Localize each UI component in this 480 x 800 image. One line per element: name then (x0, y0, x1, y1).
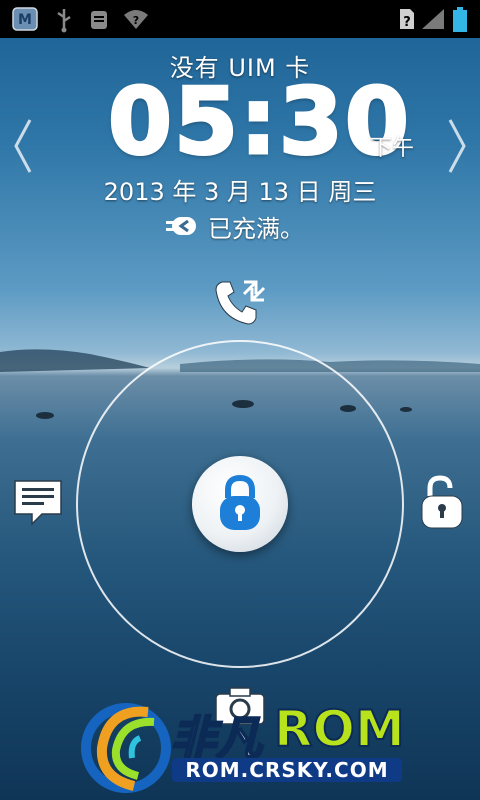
unlock-icon[interactable] (420, 474, 464, 530)
m-app-icon: M (12, 7, 38, 31)
watermark-url: ROM.CRSKY.COM (172, 758, 402, 782)
wifi-question-icon: ? (124, 10, 148, 29)
clock-time: 05:30 (107, 68, 411, 175)
clock-ampm: 下午 (370, 136, 415, 161)
lock-handle-button[interactable] (192, 456, 288, 552)
battery-icon (453, 7, 467, 32)
rock-decoration (36, 412, 54, 419)
signal-icon (422, 9, 444, 29)
date-text: 2013 年 3 月 13 日 周三 (103, 178, 377, 206)
svg-text:?: ? (403, 15, 411, 30)
rock-decoration (400, 407, 412, 412)
call-icon[interactable] (214, 278, 266, 328)
android-debug-icon (91, 11, 107, 29)
watermark: 非凡 ROM ROM.CRSKY.COM (78, 692, 408, 800)
usb-icon (57, 9, 71, 33)
svg-text:?: ? (133, 14, 139, 27)
charge-status-label: 已充满。 (208, 214, 304, 243)
charge-status: 已充满。 (166, 210, 304, 243)
chevron-left-icon[interactable] (12, 118, 34, 174)
chevron-right-icon[interactable] (446, 118, 468, 174)
charging-plug-icon (166, 217, 196, 235)
padlock-icon (220, 474, 260, 530)
watermark-brand-rom: ROM (273, 699, 406, 759)
crsky-logo-icon (81, 703, 171, 793)
no-sim-icon: ? (400, 9, 414, 30)
message-icon[interactable] (12, 478, 64, 528)
svg-text:M: M (18, 12, 32, 28)
status-bar: M ? ? (0, 0, 480, 38)
